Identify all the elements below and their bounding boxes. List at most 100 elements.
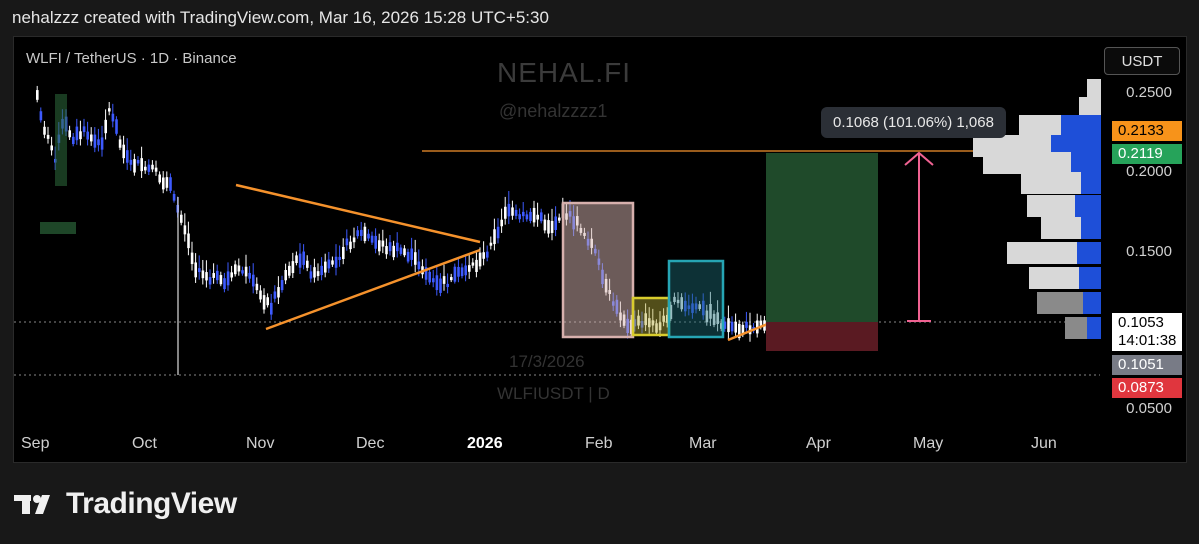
candle-body bbox=[90, 134, 93, 142]
candle-body bbox=[525, 214, 529, 220]
candle-body bbox=[302, 251, 305, 265]
candle-body bbox=[208, 277, 212, 285]
candle-body bbox=[201, 270, 205, 279]
candle-body bbox=[140, 158, 143, 172]
candle-body bbox=[406, 251, 410, 262]
candle-body bbox=[154, 167, 158, 172]
candle-body bbox=[216, 270, 219, 281]
candle-body bbox=[223, 278, 226, 290]
candle-body bbox=[367, 233, 370, 239]
volume-profile-row bbox=[983, 152, 1071, 174]
candle-body bbox=[122, 144, 125, 159]
candle-body bbox=[414, 252, 417, 265]
early-highlight-box bbox=[55, 94, 67, 186]
tradingview-wordmark: TradingView bbox=[66, 487, 237, 520]
price-tick: 0.2000 bbox=[1126, 163, 1172, 180]
candle-body bbox=[558, 217, 561, 221]
candle-body bbox=[205, 272, 208, 281]
candle-body bbox=[219, 275, 223, 285]
candle-body bbox=[392, 245, 395, 258]
early-support-box bbox=[40, 222, 76, 234]
time-label: Oct bbox=[132, 435, 157, 452]
tradingview-brand[interactable]: TradingView bbox=[14, 487, 237, 521]
candle-body bbox=[338, 256, 341, 260]
candle-body bbox=[532, 207, 536, 223]
candle-body bbox=[522, 211, 525, 217]
candle-body bbox=[291, 261, 295, 274]
tradingview-logo-icon bbox=[14, 495, 50, 514]
volume-profile-row bbox=[1071, 152, 1101, 174]
candle-body bbox=[478, 252, 482, 267]
candle-body bbox=[158, 174, 161, 183]
candle-body bbox=[734, 321, 737, 333]
candle-body bbox=[360, 229, 363, 236]
last-price: 0.1053 bbox=[1118, 314, 1164, 331]
candle-body bbox=[536, 214, 539, 220]
chart-panel[interactable]: WLFI / TetherUS · 1D · Binance NEHAL.FI … bbox=[13, 36, 1187, 463]
candle-body bbox=[378, 240, 381, 252]
candle-body bbox=[226, 271, 230, 286]
candle-body bbox=[183, 225, 187, 235]
volume-profile-row bbox=[1065, 317, 1087, 339]
currency-button[interactable]: USDT bbox=[1104, 47, 1180, 75]
candle-body bbox=[385, 246, 388, 255]
candle-body bbox=[745, 321, 748, 328]
candle-body bbox=[169, 177, 172, 191]
candle-body bbox=[349, 241, 352, 250]
price-pill-target: 0.2133 bbox=[1112, 121, 1182, 141]
candle-body bbox=[529, 211, 532, 222]
candle-body bbox=[489, 242, 493, 246]
candle-body bbox=[468, 265, 471, 272]
distribution-box bbox=[561, 201, 635, 339]
volume-profile-row bbox=[1027, 195, 1075, 217]
candle-body bbox=[147, 164, 151, 172]
candle-body bbox=[75, 126, 79, 141]
volume-profile-row bbox=[1021, 172, 1081, 194]
candle-body bbox=[457, 266, 460, 277]
candle-body bbox=[727, 318, 730, 333]
candle-body bbox=[280, 280, 284, 291]
candle-body bbox=[259, 290, 262, 300]
candle-body bbox=[262, 295, 266, 310]
candle-body bbox=[234, 264, 237, 275]
time-label: Sep bbox=[21, 435, 50, 452]
candle-body bbox=[284, 269, 287, 281]
candle-body bbox=[273, 291, 277, 299]
candle-body bbox=[730, 321, 734, 332]
price-scale[interactable]: USDT 0.2500 0.2000 0.1500 0.0500 0.2133 … bbox=[1098, 37, 1186, 462]
candle-body bbox=[399, 247, 403, 254]
candle-body bbox=[486, 251, 489, 258]
candle-body bbox=[46, 134, 50, 139]
time-label: Apr bbox=[806, 435, 831, 452]
symbol-title[interactable]: WLFI / TetherUS · 1D · Binance bbox=[26, 50, 237, 67]
candle-body bbox=[198, 268, 201, 273]
candle-body bbox=[252, 274, 255, 287]
candle-body bbox=[417, 261, 421, 270]
time-label: Mar bbox=[689, 435, 717, 452]
candle-body bbox=[439, 278, 442, 293]
candle-body bbox=[237, 265, 241, 272]
candle-body bbox=[410, 248, 413, 260]
candle-body bbox=[295, 255, 298, 264]
candle-body bbox=[151, 164, 154, 170]
measure-arrow bbox=[904, 151, 934, 322]
candle-body bbox=[68, 130, 71, 138]
candle-body bbox=[108, 108, 111, 112]
candle-body bbox=[356, 230, 359, 237]
candle-body bbox=[547, 220, 550, 234]
long-profit-zone bbox=[766, 153, 878, 322]
candle-body bbox=[442, 276, 446, 284]
candle-body bbox=[43, 126, 46, 135]
time-label: May bbox=[913, 435, 944, 452]
candle-body bbox=[550, 220, 554, 233]
candle-body bbox=[162, 177, 165, 190]
candle-body bbox=[482, 252, 485, 259]
candle-body bbox=[554, 216, 557, 230]
candle-body bbox=[352, 237, 356, 243]
candle-body bbox=[79, 131, 82, 140]
time-label: Dec bbox=[356, 435, 385, 452]
candle-body bbox=[36, 90, 39, 100]
accumulation-box bbox=[667, 259, 725, 339]
watermark-handle: @nehalzzzz1 bbox=[499, 101, 608, 121]
candle-body bbox=[511, 207, 514, 216]
